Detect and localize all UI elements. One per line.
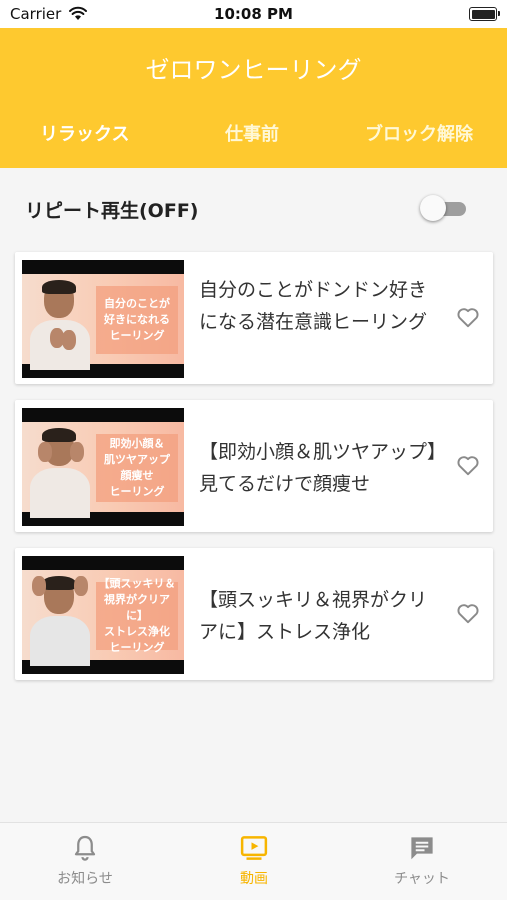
video-thumbnail: 即効小顔＆ 肌ツヤアップ 顔痩せ ヒーリング: [22, 408, 184, 526]
video-thumbnail: 【頭スッキリ＆ 視界がクリアに】 ストレス浄化 ヒーリング: [22, 556, 184, 674]
tab-relax[interactable]: リラックス: [40, 120, 129, 146]
battery-icon: [469, 7, 500, 21]
nav-notifications[interactable]: お知らせ: [25, 833, 145, 888]
heart-icon[interactable]: [455, 304, 481, 330]
thumbnail-person: [28, 280, 92, 370]
status-time: 10:08 PM: [214, 5, 293, 23]
category-tabs: リラックス 仕事前 ブロック解除: [0, 120, 507, 150]
heart-icon[interactable]: [455, 600, 481, 626]
thumbnail-caption: 自分のことが 好きになれる ヒーリング: [96, 286, 178, 354]
video-title: 自分のことがドンドン好きになる潜在意識ヒーリング: [199, 279, 428, 333]
nav-notifications-label: お知らせ: [57, 871, 113, 887]
repeat-playback-label: リピート再生(OFF): [25, 200, 199, 222]
nav-videos-label: 動画: [240, 871, 268, 887]
toggle-knob: [420, 195, 446, 221]
tab-before-work[interactable]: 仕事前: [225, 120, 279, 146]
thumbnail-person: [28, 576, 92, 666]
nav-chat[interactable]: チャット: [362, 833, 482, 888]
repeat-playback-toggle[interactable]: [420, 194, 468, 222]
nav-chat-label: チャット: [394, 871, 450, 887]
app-title: ゼロワンヒーリング: [145, 56, 362, 84]
app-header: ゼロワンヒーリング リラックス 仕事前 ブロック解除: [0, 28, 507, 168]
thumbnail-caption: 即効小顔＆ 肌ツヤアップ 顔痩せ ヒーリング: [96, 434, 178, 502]
thumbnail-caption: 【頭スッキリ＆ 視界がクリアに】 ストレス浄化 ヒーリング: [96, 577, 178, 654]
video-card[interactable]: 即効小顔＆ 肌ツヤアップ 顔痩せ ヒーリング 【即効小顔＆肌ツヤアップ】見てるだ…: [15, 400, 493, 532]
tab-block-release[interactable]: ブロック解除: [365, 120, 473, 146]
repeat-playback-row: リピート再生(OFF): [0, 168, 507, 246]
status-bar: Carrier 10:08 PM: [0, 0, 507, 28]
video-play-icon: [240, 836, 268, 860]
chat-icon: [411, 837, 433, 860]
bottom-navigation: お知らせ 動画 チャット: [0, 822, 507, 900]
video-title: 【即効小顔＆肌ツヤアップ】見てるだけで顔痩せ: [199, 441, 437, 495]
thumbnail-person: [28, 428, 92, 518]
bell-icon: [74, 835, 96, 861]
video-card[interactable]: 【頭スッキリ＆ 視界がクリアに】 ストレス浄化 ヒーリング 【頭スッキリ＆視界が…: [15, 548, 493, 680]
video-card[interactable]: 自分のことが 好きになれる ヒーリング 自分のことがドンドン好きになる潜在意識ヒ…: [15, 252, 493, 384]
video-thumbnail: 自分のことが 好きになれる ヒーリング: [22, 260, 184, 378]
nav-videos[interactable]: 動画: [194, 833, 314, 888]
heart-icon[interactable]: [455, 452, 481, 478]
video-title: 【頭スッキリ＆視界がクリアに】ストレス浄化: [199, 589, 428, 643]
